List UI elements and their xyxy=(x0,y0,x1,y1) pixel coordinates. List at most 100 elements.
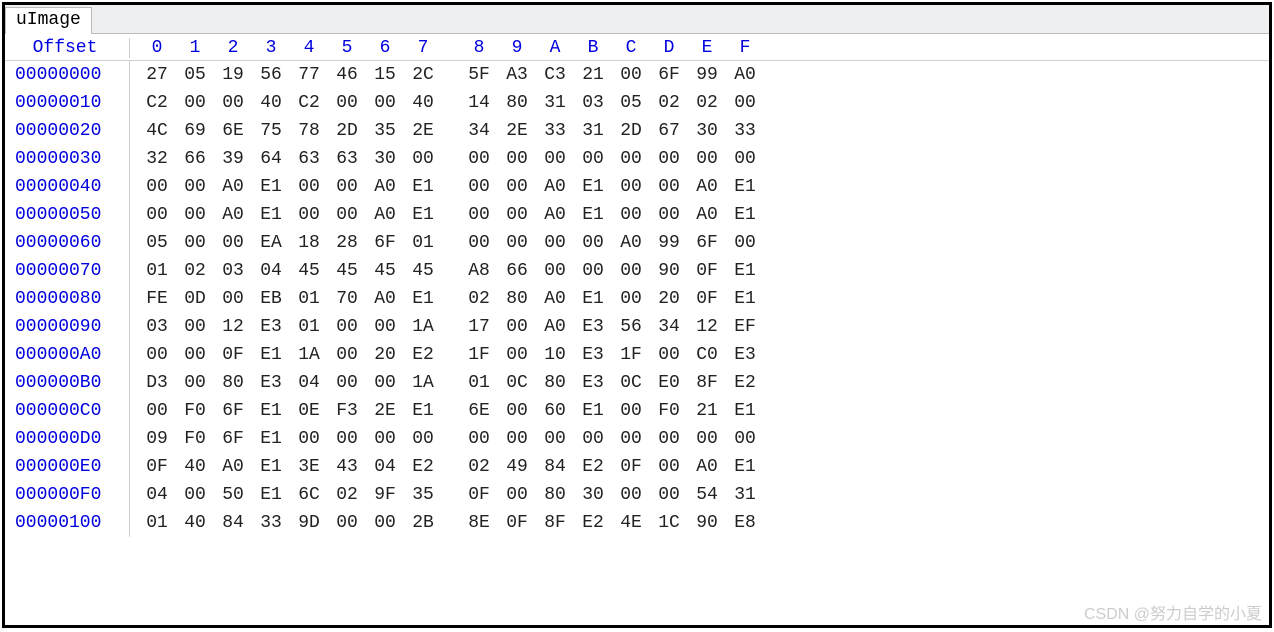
hex-cell[interactable]: 63 xyxy=(290,145,328,173)
hex-cell[interactable]: 0C xyxy=(498,369,536,397)
hex-cell[interactable]: 00 xyxy=(650,453,688,481)
hex-cell[interactable]: C0 xyxy=(688,341,726,369)
hex-cell[interactable]: A3 xyxy=(498,61,536,89)
hex-cell[interactable]: C2 xyxy=(290,89,328,117)
hex-cell[interactable]: EF xyxy=(726,313,764,341)
hex-cell[interactable]: 99 xyxy=(688,61,726,89)
hex-cell[interactable]: 00 xyxy=(688,425,726,453)
hex-cell[interactable]: 00 xyxy=(574,229,612,257)
hex-cell[interactable]: 75 xyxy=(252,117,290,145)
hex-cell[interactable]: 6C xyxy=(290,481,328,509)
hex-cell[interactable]: 30 xyxy=(688,117,726,145)
hex-cell[interactable]: 34 xyxy=(650,313,688,341)
hex-cell[interactable]: 00 xyxy=(366,369,404,397)
hex-cell[interactable]: A0 xyxy=(214,453,252,481)
hex-cell[interactable]: 21 xyxy=(688,397,726,425)
hex-cell[interactable]: 90 xyxy=(650,257,688,285)
hex-cell[interactable]: 00 xyxy=(176,341,214,369)
hex-cell[interactable]: 31 xyxy=(536,89,574,117)
hex-cell[interactable]: 6F xyxy=(650,61,688,89)
hex-row[interactable]: 00000010C2000040C20000401480310305020200 xyxy=(5,89,1269,117)
hex-cell[interactable]: 80 xyxy=(214,369,252,397)
hex-cell[interactable]: 49 xyxy=(498,453,536,481)
hex-cell[interactable]: 01 xyxy=(138,257,176,285)
hex-cell[interactable]: 70 xyxy=(328,285,366,313)
hex-cell[interactable]: 18 xyxy=(290,229,328,257)
hex-cell[interactable]: 45 xyxy=(290,257,328,285)
hex-cell[interactable]: E1 xyxy=(726,285,764,313)
hex-cell[interactable]: 02 xyxy=(688,89,726,117)
hex-cell[interactable]: EB xyxy=(252,285,290,313)
hex-cell[interactable]: 00 xyxy=(138,201,176,229)
hex-cell[interactable]: A8 xyxy=(460,257,498,285)
tab-uimage[interactable]: uImage xyxy=(5,7,92,34)
hex-cell[interactable]: 56 xyxy=(612,313,650,341)
hex-cell[interactable]: 00 xyxy=(574,257,612,285)
hex-cell[interactable]: E2 xyxy=(404,453,442,481)
hex-cell[interactable]: 00 xyxy=(328,341,366,369)
hex-cell[interactable]: E1 xyxy=(726,397,764,425)
hex-cell[interactable]: A0 xyxy=(536,201,574,229)
hex-cell[interactable]: 00 xyxy=(366,313,404,341)
hex-cell[interactable]: E1 xyxy=(404,397,442,425)
hex-cell[interactable]: A0 xyxy=(688,453,726,481)
hex-cell[interactable]: 00 xyxy=(328,201,366,229)
hex-cell[interactable]: 15 xyxy=(366,61,404,89)
hex-cell[interactable]: D3 xyxy=(138,369,176,397)
hex-cell[interactable]: 00 xyxy=(460,201,498,229)
hex-cell[interactable]: EA xyxy=(252,229,290,257)
hex-cell[interactable]: 00 xyxy=(498,201,536,229)
hex-cell[interactable]: 00 xyxy=(176,369,214,397)
hex-cell[interactable]: C2 xyxy=(138,89,176,117)
hex-cell[interactable]: 01 xyxy=(290,285,328,313)
hex-cell[interactable]: 45 xyxy=(404,257,442,285)
hex-row[interactable]: 00000100014084339D00002B8E0F8FE24E1C90E8 xyxy=(5,509,1269,537)
hex-cell[interactable]: 00 xyxy=(574,425,612,453)
hex-cell[interactable]: 2E xyxy=(404,117,442,145)
hex-cell[interactable]: 0F xyxy=(612,453,650,481)
hex-cell[interactable]: 00 xyxy=(650,425,688,453)
hex-row[interactable]: 000000E00F40A0E13E4304E2024984E20F00A0E1 xyxy=(5,453,1269,481)
hex-cell[interactable]: 35 xyxy=(366,117,404,145)
hex-cell[interactable]: A0 xyxy=(536,313,574,341)
hex-cell[interactable]: 1F xyxy=(460,341,498,369)
hex-cell[interactable]: 6E xyxy=(460,397,498,425)
hex-cell[interactable]: 02 xyxy=(460,453,498,481)
hex-cell[interactable]: 0C xyxy=(612,369,650,397)
hex-cell[interactable]: 02 xyxy=(328,481,366,509)
hex-cell[interactable]: 77 xyxy=(290,61,328,89)
hex-cell[interactable]: 80 xyxy=(498,285,536,313)
hex-cell[interactable]: E1 xyxy=(252,341,290,369)
hex-row[interactable]: 000000A000000FE11A0020E21F0010E31F00C0E3 xyxy=(5,341,1269,369)
hex-cell[interactable]: 27 xyxy=(138,61,176,89)
hex-cell[interactable]: E1 xyxy=(574,285,612,313)
hex-cell[interactable]: E1 xyxy=(726,173,764,201)
hex-cell[interactable]: 00 xyxy=(612,173,650,201)
hex-cell[interactable]: 00 xyxy=(612,145,650,173)
hex-cell[interactable]: 78 xyxy=(290,117,328,145)
hex-cell[interactable]: 63 xyxy=(328,145,366,173)
hex-cell[interactable]: 4C xyxy=(138,117,176,145)
hex-cell[interactable]: 2E xyxy=(498,117,536,145)
hex-cell[interactable]: 00 xyxy=(726,89,764,117)
hex-cell[interactable]: 00 xyxy=(214,89,252,117)
hex-cell[interactable]: A0 xyxy=(688,201,726,229)
hex-cell[interactable]: E1 xyxy=(404,173,442,201)
hex-cell[interactable]: 01 xyxy=(138,509,176,537)
hex-cell[interactable]: 04 xyxy=(252,257,290,285)
hex-cell[interactable]: 00 xyxy=(328,173,366,201)
hex-cell[interactable]: 33 xyxy=(726,117,764,145)
hex-cell[interactable]: 04 xyxy=(290,369,328,397)
hex-cell[interactable]: 00 xyxy=(536,425,574,453)
hex-cell[interactable]: 10 xyxy=(536,341,574,369)
hex-cell[interactable]: 00 xyxy=(498,481,536,509)
hex-cell[interactable]: 00 xyxy=(612,61,650,89)
hex-cell[interactable]: 5F xyxy=(460,61,498,89)
hex-cell[interactable]: 1A xyxy=(404,369,442,397)
hex-cell[interactable]: 14 xyxy=(460,89,498,117)
hex-cell[interactable]: A0 xyxy=(536,285,574,313)
hex-cell[interactable]: 35 xyxy=(404,481,442,509)
hex-cell[interactable]: A0 xyxy=(366,173,404,201)
hex-cell[interactable]: 84 xyxy=(214,509,252,537)
hex-cell[interactable]: 50 xyxy=(214,481,252,509)
